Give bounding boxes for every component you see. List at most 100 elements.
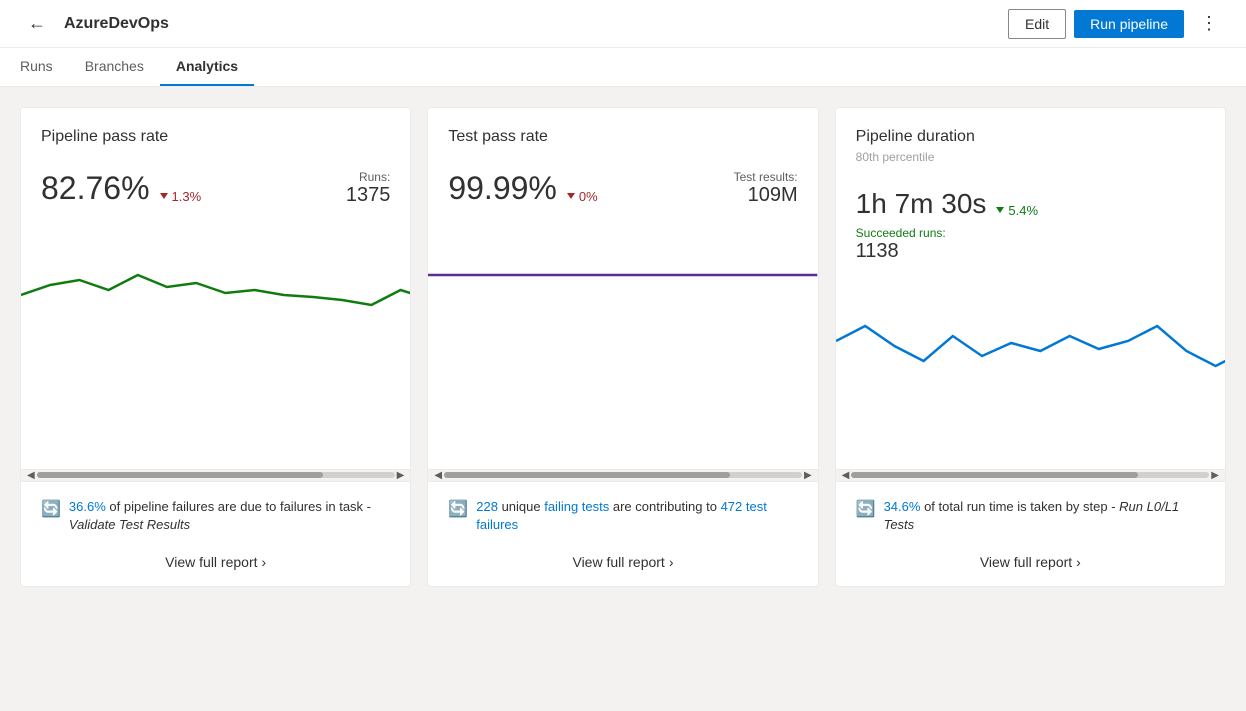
scrollbar-2[interactable]: ◀ ▶ — [428, 469, 817, 481]
main-content: Pipeline pass rate 82.76% 1.3% Runs: 137… — [0, 87, 1246, 607]
secondary-value-1: 1375 — [346, 184, 391, 207]
secondary-label-2: Test results: — [734, 170, 798, 184]
metric-group-1: 82.76% 1.3% — [41, 170, 201, 207]
insight-task-1: Validate Test Results — [69, 517, 190, 532]
header-left: ← AzureDevOps — [20, 9, 1008, 38]
insight-text-3: 34.6% of total run time is taken by step… — [884, 498, 1205, 534]
tab-branches[interactable]: Branches — [69, 48, 160, 86]
scroll-right-icon-1[interactable]: ▶ — [395, 470, 407, 481]
test-pass-rate-card: Test pass rate 99.99% 0% Test results: 1… — [427, 107, 818, 587]
metric-secondary-2: Test results: 109M — [734, 170, 798, 207]
card-footer-1: 🔄 36.6% of pipeline failures are due to … — [21, 481, 410, 586]
tab-runs[interactable]: Runs — [20, 48, 69, 86]
scroll-left-icon-2[interactable]: ◀ — [432, 470, 444, 481]
succeeded-value: 1138 — [856, 240, 1038, 263]
tabs-bar: Runs Branches Analytics — [0, 48, 1246, 87]
insight-link-3a[interactable]: 34.6% — [884, 499, 921, 514]
view-report-3[interactable]: View full report › — [856, 546, 1205, 570]
metric-change-text-2: 0% — [579, 189, 598, 204]
insight-1: 🔄 36.6% of pipeline failures are due to … — [41, 498, 390, 534]
metric-value-group-2: 99.99% 0% — [448, 170, 597, 207]
card-top-3: Pipeline duration 80th percentile 1h 7m … — [836, 108, 1225, 271]
card-footer-3: 🔄 34.6% of total run time is taken by st… — [836, 481, 1225, 586]
insight-icon-1: 🔄 — [41, 499, 61, 521]
chart-area-1 — [21, 215, 410, 469]
card-top-2: Test pass rate 99.99% 0% Test results: 1… — [428, 108, 817, 215]
scrollbar-track-2 — [444, 472, 802, 478]
insight-icon-3: 🔄 — [856, 499, 876, 521]
arrow-down-icon-1 — [160, 193, 168, 199]
header: ← AzureDevOps Edit Run pipeline ⋮ — [0, 0, 1246, 48]
insight-text-2: 228 unique failing tests are contributin… — [476, 498, 797, 534]
view-report-2[interactable]: View full report › — [448, 546, 797, 570]
insight-text-1: 36.6% of pipeline failures are due to fa… — [69, 498, 390, 534]
metric-group-2: 99.99% 0% — [448, 170, 597, 207]
view-report-label-1: View full report — [165, 554, 257, 570]
insight-link-2b[interactable]: failing tests — [544, 499, 609, 514]
secondary-label-1: Runs: — [346, 170, 391, 184]
metric-secondary-1: Runs: 1375 — [346, 170, 391, 207]
scrollbar-thumb-1 — [37, 472, 323, 478]
arrow-down-green-icon-3 — [996, 207, 1004, 213]
chart-svg-1 — [21, 215, 410, 375]
metric-change-text-3: 5.4% — [1008, 203, 1038, 218]
scroll-left-icon-1[interactable]: ◀ — [25, 470, 37, 481]
metric-value-1: 82.76% — [41, 170, 150, 207]
scroll-left-icon-3[interactable]: ◀ — [840, 470, 852, 481]
tab-analytics[interactable]: Analytics — [160, 48, 254, 86]
chart-area-3 — [836, 271, 1225, 469]
insight-link-1[interactable]: 36.6% — [69, 499, 106, 514]
pipeline-duration-card: Pipeline duration 80th percentile 1h 7m … — [835, 107, 1226, 587]
insight-task-3: Run L0/L1 Tests — [884, 499, 1180, 532]
metric-group-3: 1h 7m 30s 5.4% Succeeded runs: 1138 — [856, 188, 1038, 263]
scrollbar-track-1 — [37, 472, 395, 478]
scrollbar-thumb-3 — [851, 472, 1137, 478]
view-report-1[interactable]: View full report › — [41, 546, 390, 570]
metric-change-2: 0% — [567, 189, 598, 204]
secondary-value-2: 109M — [734, 184, 798, 207]
succeeded-label: Succeeded runs: — [856, 226, 1038, 240]
scroll-right-icon-3[interactable]: ▶ — [1209, 470, 1221, 481]
card-metric-row-3: 1h 7m 30s 5.4% Succeeded runs: 1138 — [856, 188, 1205, 263]
scrollbar-1[interactable]: ◀ ▶ — [21, 469, 410, 481]
card-footer-2: 🔄 228 unique failing tests are contribut… — [428, 481, 817, 586]
card-title-3: Pipeline duration — [856, 128, 1205, 146]
chart-svg-3 — [836, 271, 1225, 431]
metric-value-3: 1h 7m 30s — [856, 188, 987, 220]
metric-change-1: 1.3% — [160, 189, 202, 204]
succeeded-row: Succeeded runs: 1138 — [856, 226, 1038, 263]
arrow-down-icon-2 — [567, 193, 575, 199]
card-top-1: Pipeline pass rate 82.76% 1.3% Runs: 137… — [21, 108, 410, 215]
card-subtitle-3: 80th percentile — [856, 150, 1205, 164]
edit-button[interactable]: Edit — [1008, 9, 1066, 39]
back-button[interactable]: ← — [20, 9, 54, 38]
card-metric-row-1: 82.76% 1.3% Runs: 1375 — [41, 170, 390, 207]
scrollbar-3[interactable]: ◀ ▶ — [836, 469, 1225, 481]
card-metric-row-2: 99.99% 0% Test results: 109M — [448, 170, 797, 207]
scroll-right-icon-2[interactable]: ▶ — [802, 470, 814, 481]
card-title-2: Test pass rate — [448, 128, 797, 146]
chevron-right-icon-1: › — [262, 554, 267, 570]
insight-link-2a[interactable]: 228 — [476, 499, 498, 514]
chevron-right-icon-3: › — [1076, 554, 1081, 570]
metric-change-text-1: 1.3% — [172, 189, 202, 204]
chevron-right-icon-2: › — [669, 554, 674, 570]
view-report-label-2: View full report — [572, 554, 664, 570]
app-title: AzureDevOps — [64, 15, 169, 33]
metric-change-3: 5.4% — [996, 203, 1038, 218]
metric-value-2: 99.99% — [448, 170, 557, 207]
scrollbar-thumb-2 — [444, 472, 730, 478]
view-report-label-3: View full report — [980, 554, 1072, 570]
run-pipeline-button[interactable]: Run pipeline — [1074, 10, 1184, 38]
insight-3: 🔄 34.6% of total run time is taken by st… — [856, 498, 1205, 534]
chart-area-2 — [428, 215, 817, 469]
metric-value-group-1: 82.76% 1.3% — [41, 170, 201, 207]
metric-value-group-3: 1h 7m 30s 5.4% — [856, 188, 1038, 220]
chart-svg-2 — [428, 215, 817, 375]
scrollbar-track-3 — [851, 472, 1209, 478]
more-options-button[interactable]: ⋮ — [1192, 9, 1226, 38]
header-right: Edit Run pipeline ⋮ — [1008, 9, 1226, 39]
pipeline-pass-rate-card: Pipeline pass rate 82.76% 1.3% Runs: 137… — [20, 107, 411, 587]
card-title-1: Pipeline pass rate — [41, 128, 390, 146]
insight-link-2c[interactable]: 472 test failures — [476, 499, 767, 532]
